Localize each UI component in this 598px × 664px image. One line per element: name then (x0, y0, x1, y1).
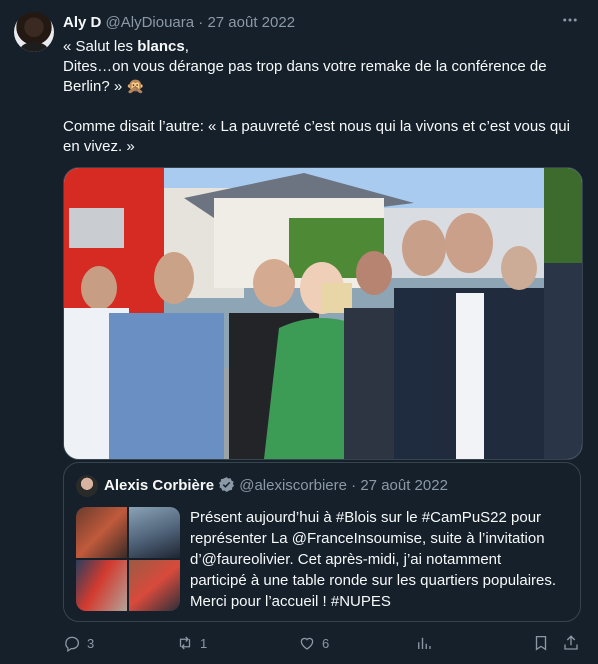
action-bar: 3 1 6 (63, 631, 583, 655)
quoted-tweet-text: Présent aujourd’hui à #Blois sur le #Cam… (190, 509, 557, 610)
quoted-date: 27 août 2022 (360, 477, 448, 494)
more-horizontal-icon[interactable] (558, 11, 582, 31)
quoted-tweet-header: Alexis Corbière @alexiscorbiere · 27 aoû… (104, 476, 448, 499)
thumbnail (129, 560, 180, 611)
tweet[interactable]: Aly D @AlyDiouara · 27 août 2022 « Salut… (0, 0, 598, 664)
heart-icon (300, 637, 314, 650)
bookmark-icon (535, 635, 547, 651)
quoted-author-handle: @alexiscorbiere (239, 477, 347, 494)
verified-badge-icon (218, 476, 235, 499)
thumbnail (76, 507, 127, 558)
tweet-text: « Salut les blancs, Dites…on vous dérang… (63, 38, 570, 155)
share-icon (564, 635, 578, 650)
share-button[interactable] (562, 631, 580, 655)
author-name[interactable]: Aly D (63, 14, 101, 31)
thumbnail (129, 507, 180, 558)
analytics-icon (418, 637, 431, 649)
quoted-author-avatar (76, 475, 98, 497)
quoted-author-name: Alexis Corbière (104, 477, 215, 494)
thumbnail (76, 560, 127, 611)
bold-word: blancs (137, 38, 185, 55)
tweet-photo[interactable] (63, 167, 583, 460)
see-no-evil-monkey-emoji: 🙊 (126, 78, 146, 95)
quoted-tweet[interactable]: Alexis Corbière @alexiscorbiere · 27 aoû… (63, 462, 581, 622)
bookmark-button[interactable] (532, 631, 550, 655)
quoted-separator: · (351, 477, 357, 494)
reply-icon (65, 636, 80, 652)
retweet-count: 1 (200, 635, 208, 651)
author-handle[interactable]: @AlyDiouara (106, 14, 195, 31)
tweet-date[interactable]: 27 août 2022 (207, 14, 295, 31)
reply-button[interactable]: 3 (63, 631, 94, 655)
header-separator: · (198, 14, 204, 31)
retweet-icon (179, 636, 191, 650)
reply-count: 3 (87, 635, 95, 651)
like-count: 6 (322, 635, 330, 651)
author-avatar[interactable] (14, 12, 54, 52)
retweet-button[interactable]: 1 (176, 631, 207, 655)
tweet-header: Aly D @AlyDiouara · 27 août 2022 (63, 13, 295, 33)
views-button[interactable] (415, 631, 433, 655)
quoted-media-thumbnails (76, 507, 180, 611)
like-button[interactable]: 6 (298, 631, 329, 655)
